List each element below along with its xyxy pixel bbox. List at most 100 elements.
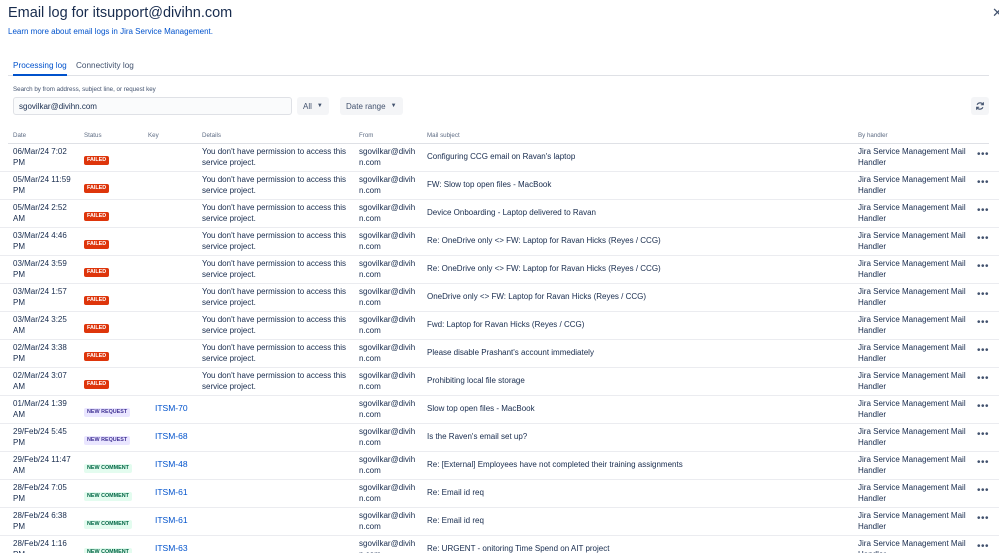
more-actions-icon[interactable]: ••• — [977, 205, 989, 216]
table-row[interactable]: 01/Mar/24 1:39 AM NEW REQUEST ITSM-70 sgovi… — [0, 396, 999, 424]
status-cell: FAILED — [84, 377, 110, 389]
row-date: 02/Mar/24 3:38 PM — [13, 343, 67, 363]
more-actions-icon[interactable]: ••• — [977, 289, 989, 300]
row-date: 02/Mar/24 3:07 AM — [13, 371, 67, 391]
status-cell: NEW COMMENT — [84, 517, 132, 529]
row-from: sgovilkar@divihn.com — [359, 315, 416, 335]
table-row[interactable]: 06/Mar/24 7:02 PM FAILED You don't have pe… — [0, 144, 999, 172]
request-key-link[interactable]: ITSM-61 — [155, 487, 188, 498]
status-cell: NEW COMMENT — [84, 461, 132, 473]
row-mail-subject: Prohibiting local file storage — [427, 376, 525, 385]
more-actions-icon[interactable]: ••• — [977, 177, 989, 188]
refresh-button[interactable] — [971, 97, 989, 115]
status-badge: FAILED — [84, 324, 110, 333]
date-range-dropdown[interactable]: Date range ▼ — [340, 97, 403, 115]
more-actions-icon[interactable]: ••• — [977, 233, 989, 244]
row-mail-subject: Re: OneDrive only <> FW: Laptop for Rava… — [427, 264, 661, 273]
row-details: You don't have permission to access this… — [202, 315, 346, 335]
more-actions-icon[interactable]: ••• — [977, 401, 989, 412]
row-handler: Jira Service Management Mail Handler — [858, 511, 966, 531]
row-date: 29/Feb/24 11:47 AM — [13, 455, 71, 475]
more-actions-icon[interactable]: ••• — [977, 373, 989, 384]
row-from: sgovilkar@divihn.com — [359, 455, 416, 475]
status-cell: FAILED — [84, 237, 110, 249]
table-row[interactable]: 03/Mar/24 4:46 PM FAILED You don't have pe… — [0, 228, 999, 256]
row-details: You don't have permission to access this… — [202, 203, 346, 223]
status-badge: FAILED — [84, 240, 110, 249]
tab-connectivity-log[interactable]: Connectivity log — [76, 61, 134, 70]
row-handler: Jira Service Management Mail Handler — [858, 259, 966, 279]
table-row[interactable]: 02/Mar/24 3:38 PM FAILED You don't have pe… — [0, 340, 999, 368]
date-range-label: Date range — [346, 101, 386, 111]
table-row[interactable]: 29/Feb/24 11:47 AM NEW COMMENT ITSM-48 sgov… — [0, 452, 999, 480]
status-badge: FAILED — [84, 268, 110, 277]
row-date: 28/Feb/24 1:16 PM — [13, 539, 67, 553]
tab-bar: Processing log Connectivity log — [8, 58, 989, 76]
table-row[interactable]: 03/Mar/24 3:25 AM FAILED You don't have pe… — [0, 312, 999, 340]
table-row[interactable]: 28/Feb/24 7:05 PM NEW COMMENT ITSM-61 sgovi… — [0, 480, 999, 508]
request-key-link[interactable]: ITSM-68 — [155, 431, 188, 442]
row-from: sgovilkar@divihn.com — [359, 371, 416, 391]
status-cell: FAILED — [84, 349, 110, 361]
request-key-link[interactable]: ITSM-61 — [155, 515, 188, 526]
status-badge: NEW COMMENT — [84, 464, 132, 473]
tab-processing-log[interactable]: Processing log — [13, 61, 67, 76]
table-row[interactable]: 03/Mar/24 1:57 PM FAILED You don't have pe… — [0, 284, 999, 312]
column-header-date[interactable]: Date — [13, 132, 26, 139]
column-header-from[interactable]: From — [359, 132, 373, 139]
more-actions-icon[interactable]: ••• — [977, 457, 989, 468]
status-badge: FAILED — [84, 212, 110, 221]
table-row[interactable]: 03/Mar/24 3:59 PM FAILED You don't have pe… — [0, 256, 999, 284]
row-mail-subject: Re: Email id req — [427, 488, 484, 497]
row-date: 03/Mar/24 4:46 PM — [13, 231, 67, 251]
row-handler: Jira Service Management Mail Handler — [858, 371, 966, 391]
row-handler: Jira Service Management Mail Handler — [858, 231, 966, 251]
status-badge: NEW COMMENT — [84, 492, 132, 501]
table-row[interactable]: 28/Feb/24 6:38 PM NEW COMMENT ITSM-61 sgovi… — [0, 508, 999, 536]
status-filter-label: All — [303, 101, 312, 111]
column-header-details[interactable]: Details — [202, 132, 221, 139]
more-actions-icon[interactable]: ••• — [977, 345, 989, 356]
status-cell: FAILED — [84, 153, 110, 165]
row-from: sgovilkar@divihn.com — [359, 147, 416, 167]
more-actions-icon[interactable]: ••• — [977, 261, 989, 272]
row-date: 06/Mar/24 7:02 PM — [13, 147, 67, 167]
row-mail-subject: Re: URGENT - onitoring Time Spend on AIT… — [427, 544, 610, 553]
status-filter-dropdown[interactable]: All ▼ — [297, 97, 329, 115]
row-from: sgovilkar@divihn.com — [359, 427, 416, 447]
row-from: sgovilkar@divihn.com — [359, 343, 416, 363]
row-date: 05/Mar/24 2:52 AM — [13, 203, 67, 223]
row-handler: Jira Service Management Mail Handler — [858, 539, 966, 553]
status-cell: NEW COMMENT — [84, 545, 132, 553]
more-actions-icon[interactable]: ••• — [977, 317, 989, 328]
row-from: sgovilkar@divihn.com — [359, 399, 416, 419]
row-mail-subject: Re: OneDrive only <> FW: Laptop for Rava… — [427, 236, 661, 245]
table-row[interactable]: 05/Mar/24 2:52 AM FAILED You don't have pe… — [0, 200, 999, 228]
more-actions-icon[interactable]: ••• — [977, 541, 989, 552]
column-header-mail-subject[interactable]: Mail subject — [427, 132, 460, 139]
search-input[interactable] — [13, 97, 292, 115]
more-actions-icon[interactable]: ••• — [977, 513, 989, 524]
row-handler: Jira Service Management Mail Handler — [858, 455, 966, 475]
request-key-link[interactable]: ITSM-48 — [155, 459, 188, 470]
row-handler: Jira Service Management Mail Handler — [858, 287, 966, 307]
table-row[interactable]: 02/Mar/24 3:07 AM FAILED You don't have pe… — [0, 368, 999, 396]
learn-more-link[interactable]: Learn more about email logs in Jira Serv… — [8, 27, 213, 36]
row-mail-subject: OneDrive only <> FW: Laptop for Ravan Hi… — [427, 292, 647, 301]
row-details: You don't have permission to access this… — [202, 371, 346, 391]
more-actions-icon[interactable]: ••• — [977, 485, 989, 496]
row-date: 03/Mar/24 1:57 PM — [13, 287, 67, 307]
table-row[interactable]: 28/Feb/24 1:16 PM NEW COMMENT ITSM-63 sgovi… — [0, 536, 999, 553]
more-actions-icon[interactable]: ••• — [977, 429, 989, 440]
row-details: You don't have permission to access this… — [202, 343, 346, 363]
request-key-link[interactable]: ITSM-70 — [155, 403, 188, 414]
column-header-by-handler[interactable]: By handler — [858, 132, 888, 139]
close-icon[interactable]: ✕ — [992, 5, 999, 21]
chevron-down-icon: ▼ — [390, 103, 397, 109]
more-actions-icon[interactable]: ••• — [977, 149, 989, 160]
column-header-key[interactable]: Key — [148, 132, 159, 139]
table-row[interactable]: 29/Feb/24 5:45 PM NEW REQUEST ITSM-68 sgovi… — [0, 424, 999, 452]
request-key-link[interactable]: ITSM-63 — [155, 543, 188, 553]
column-header-status[interactable]: Status — [84, 132, 102, 139]
table-row[interactable]: 05/Mar/24 11:59 PM FAILED You don't have p… — [0, 172, 999, 200]
